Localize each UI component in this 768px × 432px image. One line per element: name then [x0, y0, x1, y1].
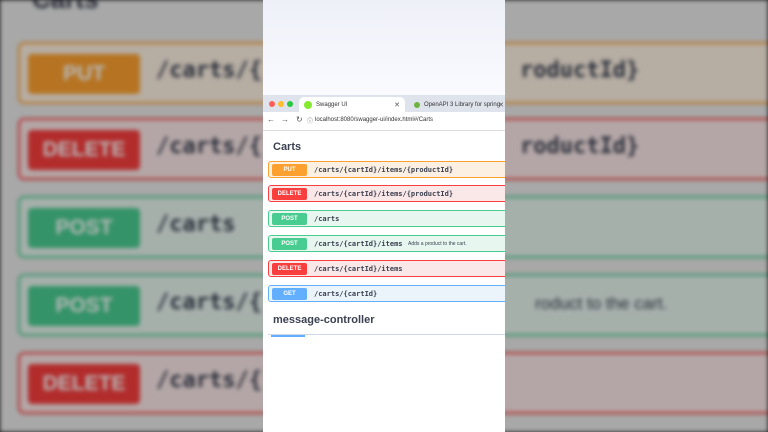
maximize-window-icon[interactable]	[287, 101, 293, 107]
operation-post-cart-items[interactable]: POST /carts/{cartId}/items Adds a produc…	[268, 235, 505, 252]
operation-delete-cart-item[interactable]: DELETE /carts/{cartId}/items/{productId}	[268, 185, 505, 202]
back-arrow-icon[interactable]: ←	[267, 115, 275, 124]
method-badge: DELETE	[272, 188, 307, 200]
close-window-icon[interactable]	[269, 101, 275, 107]
address-bar-row: ← → ↻ ⓘ localhost:8080/swagger-ui/index.…	[263, 112, 505, 131]
operation-delete-cart-items[interactable]: DELETE /carts/{cartId}/items	[268, 260, 505, 277]
tab-label: Swagger UI	[316, 101, 348, 108]
operation-path: /carts/{cartId}/items/{productId}	[314, 190, 454, 198]
method-badge: POST	[272, 238, 307, 250]
tab-strip: Swagger UI ✕ OpenAPI 3 Library for sprin…	[263, 95, 505, 112]
url-field[interactable]: localhost:8080/swagger-ui/index.html#/Ca…	[315, 117, 433, 123]
site-info-icon[interactable]: ⓘ	[307, 116, 313, 125]
operation-path: /carts/{cartId}	[314, 290, 378, 298]
operation-get-cart[interactable]: GET /carts/{cartId}	[268, 285, 505, 302]
method-badge: GET	[272, 288, 307, 300]
method-badge: DELETE	[272, 263, 307, 275]
screen-capture: Swagger UI ✕ OpenAPI 3 Library for sprin…	[263, 0, 505, 432]
operation-path: /carts/{cartId}/items	[314, 265, 403, 273]
swagger-favicon-icon	[304, 100, 312, 109]
operation-put-cart-item[interactable]: PUT /carts/{cartId}/items/{productId}	[268, 161, 505, 178]
operation-post-carts[interactable]: POST /carts	[268, 210, 505, 227]
tab-openapi-library[interactable]: OpenAPI 3 Library for spring ✕	[409, 97, 505, 112]
minimize-window-icon[interactable]	[278, 101, 284, 107]
operation-path: /carts	[314, 215, 340, 223]
operation-path: /carts/{cartId}/items/{productId}	[314, 166, 454, 174]
tab-label: OpenAPI 3 Library for spring	[424, 101, 501, 108]
spring-favicon-icon	[414, 101, 420, 108]
partial-operation-badge	[271, 335, 305, 337]
close-tab-icon[interactable]: ✕	[394, 101, 400, 109]
method-badge: PUT	[272, 164, 307, 176]
browser-chrome: Swagger UI ✕ OpenAPI 3 Library for sprin…	[263, 95, 505, 131]
forward-arrow-icon[interactable]: →	[281, 115, 289, 124]
blank-area	[263, 0, 505, 95]
swagger-content: Carts PUT /carts/{cartId}/items/{product…	[263, 132, 505, 432]
close-tab-icon[interactable]: ✕	[498, 101, 504, 109]
tab-swagger-ui[interactable]: Swagger UI ✕	[299, 97, 405, 112]
section-title-message-controller[interactable]: message-controller	[273, 314, 374, 326]
method-badge: POST	[272, 213, 307, 225]
operation-path: /carts/{cartId}/items	[314, 240, 403, 248]
reload-icon[interactable]: ↻	[296, 115, 303, 124]
operation-description: Adds a product to the cart.	[408, 241, 467, 247]
section-title-carts[interactable]: Carts	[273, 141, 301, 153]
